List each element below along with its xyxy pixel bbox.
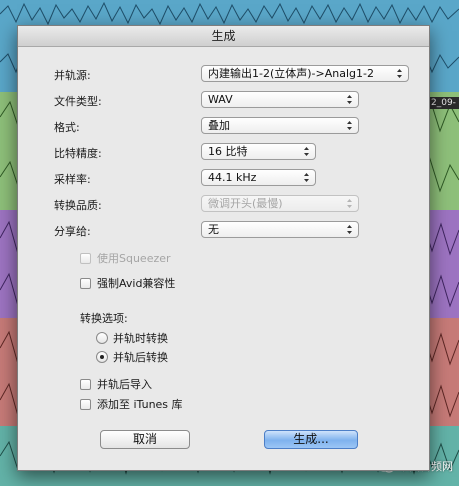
bounce-dialog: 生成 并轨源: 内建输出1-2(立体声)->Analg1-2 文件类型: WAV… [17, 25, 430, 471]
sample-rate-select[interactable]: 44.1 kHz [201, 169, 316, 186]
checkbox-box[interactable] [80, 398, 91, 410]
dialog-title: 生成 [18, 26, 429, 47]
checkbox-box [80, 252, 91, 264]
file-type-value: WAV [208, 93, 233, 106]
source-select[interactable]: 内建输出1-2(立体声)->Analg1-2 [201, 65, 409, 82]
updown-arrows-icon [347, 95, 352, 104]
sample-rate-label: 采样率: [54, 173, 91, 186]
source-label: 并轨源: [54, 69, 91, 82]
cancel-button[interactable]: 取消 [100, 430, 190, 449]
conversion-quality-select: 微调开头(最慢) [201, 195, 359, 212]
updown-arrows-icon [397, 69, 402, 78]
convert-after-radio[interactable]: 并轨后转换 [96, 350, 168, 364]
convert-during-radio[interactable]: 并轨时转换 [96, 331, 168, 345]
format-value: 叠加 [208, 119, 230, 132]
add-to-itunes-label: 添加至 iTunes 库 [97, 398, 183, 411]
avid-compat-checkbox[interactable]: 强制Avid兼容性 [80, 276, 175, 290]
conversion-quality-value: 微调开头(最慢) [208, 197, 283, 210]
sample-rate-value: 44.1 kHz [208, 171, 257, 184]
format-select[interactable]: 叠加 [201, 117, 359, 134]
bit-depth-select[interactable]: 16 比特 [201, 143, 316, 160]
checkbox-box[interactable] [80, 277, 91, 289]
bit-depth-label: 比特精度: [54, 147, 102, 160]
updown-arrows-icon [347, 199, 352, 208]
use-squeezer-checkbox: 使用Squeezer [80, 251, 171, 265]
updown-arrows-icon [347, 225, 352, 234]
convert-after-label: 并轨后转换 [113, 351, 168, 364]
format-label: 格式: [54, 121, 80, 134]
share-to-value: 无 [208, 223, 219, 236]
radio-dot-selected[interactable] [96, 351, 108, 363]
checkbox-box[interactable] [80, 378, 91, 390]
file-type-select[interactable]: WAV [201, 91, 359, 108]
track-name-label: 2_09- [429, 97, 459, 109]
share-to-label: 分享给: [54, 225, 91, 238]
bounce-button[interactable]: 生成... [264, 430, 358, 449]
source-value: 内建输出1-2(立体声)->Analg1-2 [208, 67, 374, 80]
file-type-label: 文件类型: [54, 95, 102, 108]
updown-arrows-icon [347, 121, 352, 130]
bit-depth-value: 16 比特 [208, 145, 248, 158]
conversion-options-label: 转换选项: [80, 312, 128, 325]
import-after-checkbox[interactable]: 并轨后导入 [80, 377, 152, 391]
updown-arrows-icon [304, 173, 309, 182]
conversion-quality-label: 转换品质: [54, 199, 102, 212]
avid-compat-label: 强制Avid兼容性 [97, 277, 176, 290]
updown-arrows-icon [304, 147, 309, 156]
use-squeezer-label: 使用Squeezer [97, 252, 171, 265]
share-to-select[interactable]: 无 [201, 221, 359, 238]
convert-during-label: 并轨时转换 [113, 332, 168, 345]
radio-dot[interactable] [96, 332, 108, 344]
add-to-itunes-checkbox[interactable]: 添加至 iTunes 库 [80, 397, 183, 411]
import-after-label: 并轨后导入 [97, 378, 152, 391]
